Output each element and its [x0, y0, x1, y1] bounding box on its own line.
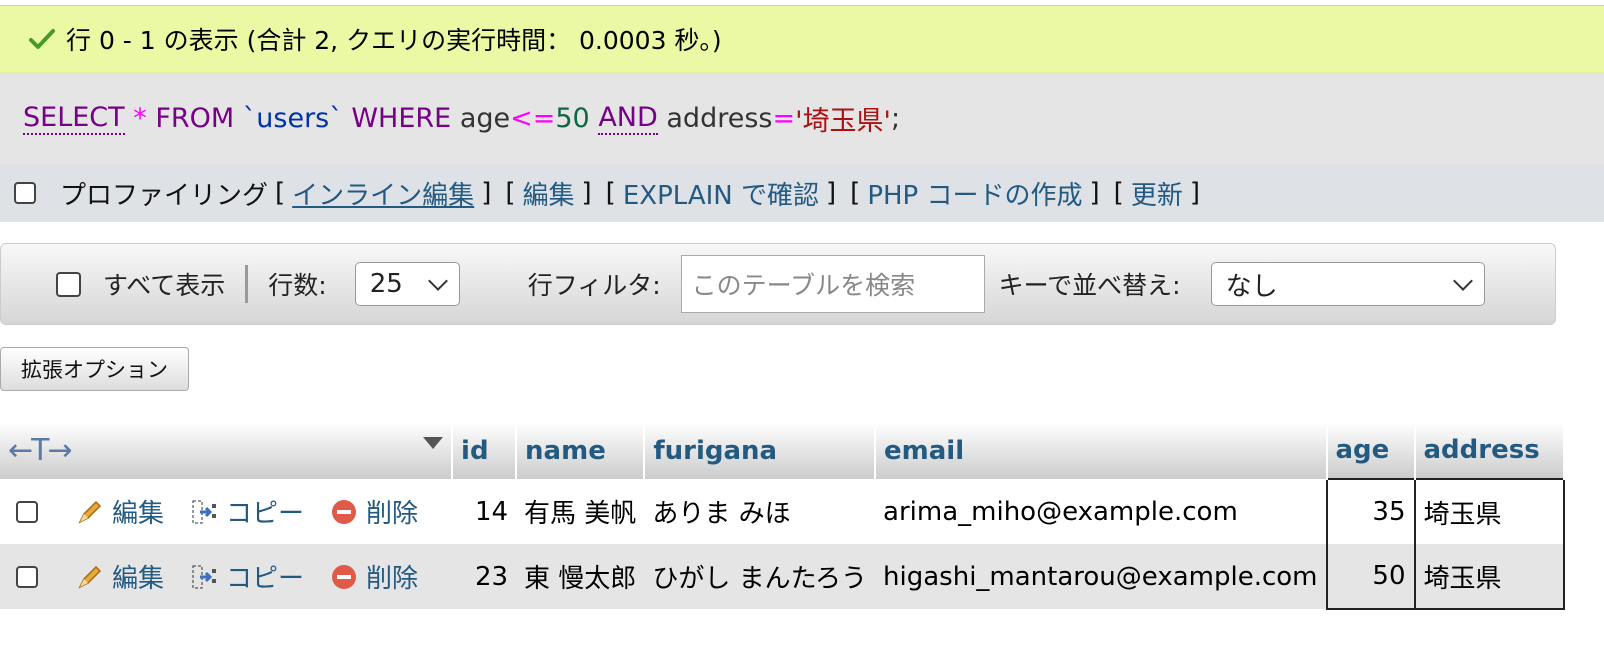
sql-keyword-and[interactable]: AND — [598, 102, 658, 135]
row-select-checkbox[interactable] — [16, 500, 38, 523]
sql-keyword-select[interactable]: SELECT — [23, 102, 125, 135]
column-header-age[interactable]: age — [1326, 422, 1416, 479]
create-php-code-link[interactable]: PHP コードの作成 — [867, 175, 1082, 212]
delete-icon — [332, 564, 357, 589]
query-links-bar: プロファイリング [インライン編集] [編集] [EXPLAIN で確認] [P… — [0, 164, 1604, 222]
sql-semicolon: ; — [890, 103, 901, 134]
column-header-furigana[interactable]: furigana — [644, 422, 877, 479]
column-menu-triangle-icon[interactable] — [423, 437, 444, 449]
cell-furigana[interactable]: ひがし まんたろう — [644, 544, 876, 609]
cell-address[interactable]: 埼玉県 — [1413, 478, 1565, 544]
row-filter-label: 行フィルタ: — [527, 271, 661, 300]
cell-age[interactable]: 50 — [1325, 544, 1416, 610]
sort-by-key-select[interactable]: なし — [1210, 262, 1485, 306]
results-table: ←T→ id name furigana email age address 編… — [0, 422, 1565, 610]
sql-column-address: address — [666, 103, 773, 134]
table-navigation-bar: すべて表示 行数: 25 行フィルタ: このテーブルを検索 キーで並べ替え: な… — [0, 243, 1556, 325]
sql-star: * — [133, 103, 147, 134]
sql-operator-lte: <= — [510, 103, 556, 134]
column-header-address[interactable]: address — [1414, 422, 1565, 479]
sql-operator-eq: = — [772, 103, 796, 134]
cell-name[interactable]: 東 慢太郎 — [516, 544, 645, 609]
sql-keyword-from: FROM — [155, 103, 235, 134]
column-header-email[interactable]: email — [875, 422, 1328, 479]
column-arrows-icon[interactable]: ←T→ — [8, 433, 73, 468]
rows-label: 行数: — [268, 271, 327, 300]
sql-value-50: 50 — [555, 103, 590, 134]
divider — [245, 265, 249, 303]
success-message-bar: 行 0 - 1 の表示 (合計 2, クエリの実行時間： 0.0003 秒。) — [0, 5, 1604, 73]
row-filter-input[interactable]: このテーブルを検索 — [680, 255, 985, 313]
row-actions: 編集 コピー 削除 — [0, 479, 453, 544]
cell-address[interactable]: 埼玉県 — [1413, 544, 1565, 610]
column-toggle-header[interactable]: ←T→ — [0, 422, 454, 479]
show-all-label: すべて表示 — [103, 271, 226, 300]
extended-options-button[interactable]: 拡張オプション — [0, 347, 189, 391]
row-edit-button[interactable]: 編集 — [76, 493, 164, 530]
show-all-checkbox[interactable] — [56, 271, 81, 297]
cell-name[interactable]: 有馬 美帆 — [516, 479, 645, 544]
cell-email[interactable]: arima_miho@example.com — [875, 479, 1327, 544]
chevron-down-icon — [427, 271, 448, 291]
column-header-name[interactable]: name — [516, 422, 646, 479]
row-delete-button[interactable]: 削除 — [330, 493, 418, 530]
cell-id[interactable]: 23 — [452, 544, 517, 609]
column-header-id[interactable]: id — [452, 422, 518, 479]
explain-link[interactable]: EXPLAIN で確認 — [623, 175, 819, 212]
checkmark-icon — [29, 29, 55, 49]
refresh-link[interactable]: 更新 — [1131, 175, 1183, 212]
chevron-down-icon — [1452, 271, 1473, 291]
sql-table-name: `users` — [242, 103, 343, 134]
copy-icon — [192, 565, 217, 588]
success-message-text: 行 0 - 1 の表示 (合計 2, クエリの実行時間： 0.0003 秒。) — [66, 26, 722, 55]
pencil-icon — [78, 565, 102, 589]
row-select-checkbox[interactable] — [16, 565, 38, 588]
row-copy-button[interactable]: コピー — [190, 558, 304, 595]
cell-furigana[interactable]: ありま みほ — [644, 479, 876, 544]
row-copy-button[interactable]: コピー — [190, 493, 304, 530]
sort-by-key-label: キーで並べ替え: — [998, 271, 1181, 300]
rows-per-page-select[interactable]: 25 — [354, 262, 460, 306]
profiling-checkbox[interactable] — [14, 182, 36, 204]
cell-id[interactable]: 14 — [452, 479, 517, 544]
row-actions: 編集 コピー 削除 — [0, 544, 453, 609]
sql-keyword-where: WHERE — [351, 103, 452, 134]
edit-link[interactable]: 編集 — [523, 175, 575, 212]
table-row: 編集 コピー 削除 14 有馬 美帆 ありま みほ arima_miho@exa… — [0, 478, 1565, 544]
sql-column-age: age — [459, 103, 511, 134]
delete-icon — [332, 499, 357, 524]
pencil-icon — [78, 500, 102, 524]
inline-edit-link[interactable]: インライン編集 — [292, 175, 474, 212]
row-edit-button[interactable]: 編集 — [76, 558, 164, 595]
cell-age[interactable]: 35 — [1325, 478, 1416, 544]
cell-email[interactable]: higashi_mantarou@example.com — [875, 544, 1327, 609]
sql-query: SELECT * FROM `users` WHERE age <= 50 AND … — [0, 73, 1604, 164]
table-row: 編集 コピー 削除 23 東 慢太郎 ひがし まんたろう higashi_man… — [0, 544, 1565, 610]
copy-icon — [192, 500, 217, 523]
profiling-label: プロファイリング — [60, 180, 269, 211]
sql-value-address: '埼玉県' — [795, 106, 891, 137]
row-delete-button[interactable]: 削除 — [330, 558, 418, 595]
